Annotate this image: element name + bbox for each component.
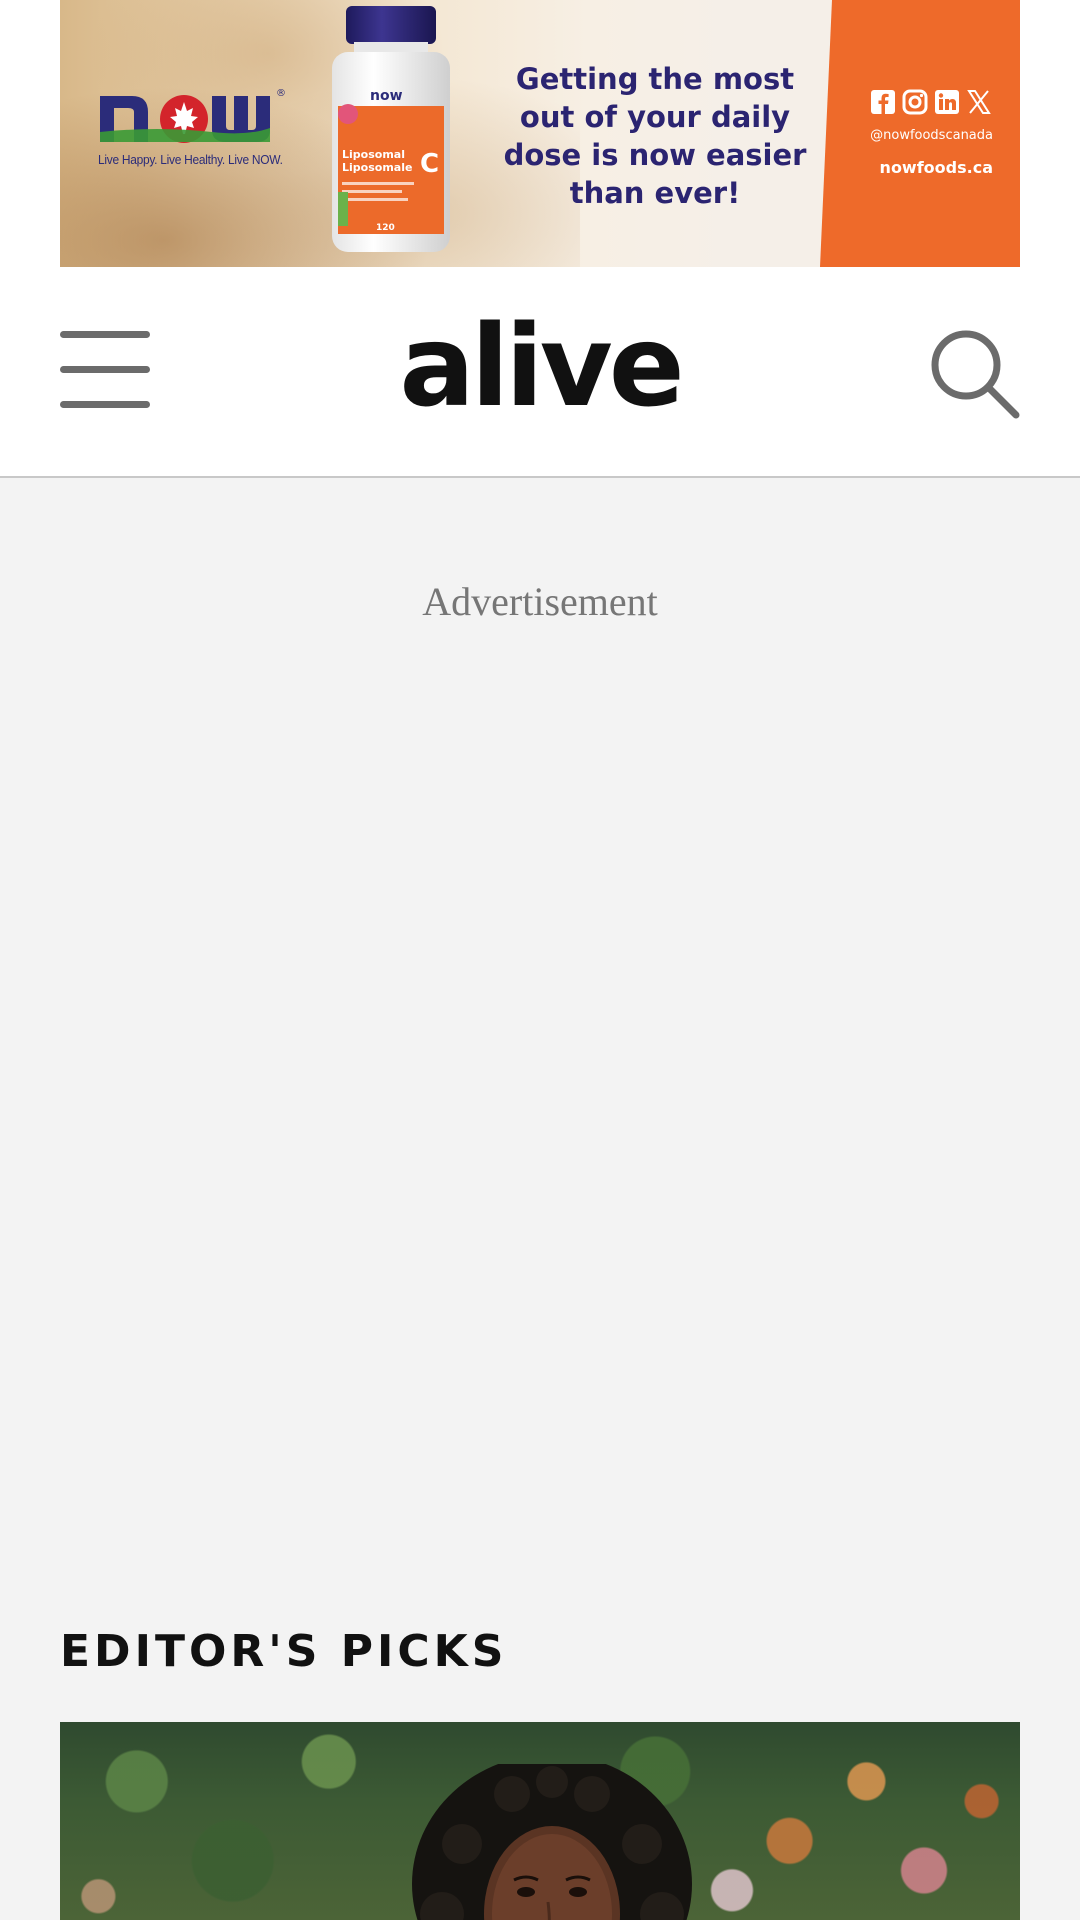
svg-text:®: ® — [276, 88, 286, 99]
ad-headline-line: Getting the most — [515, 62, 795, 96]
ad-headline-line: out of your daily — [519, 100, 791, 134]
ad-website-link[interactable]: nowfoods.ca — [880, 158, 993, 177]
facebook-icon — [869, 88, 896, 115]
advertisement-label: Advertisement — [422, 579, 658, 624]
now-brand-logo: ® — [100, 88, 286, 143]
editors-picks-heading: EDITOR'S PICKS — [60, 1626, 508, 1677]
ad-social-icons — [869, 88, 992, 115]
search-icon[interactable] — [928, 327, 1022, 421]
ad-headline-line: dose is now easier — [503, 138, 807, 172]
woman-portrait — [412, 1764, 692, 1920]
svg-text:C: C — [420, 149, 439, 179]
top-ad-container: ® Live Happy. Live Healthy. Live NOW. no… — [0, 0, 1080, 267]
ad-brand-tagline: Live Happy. Live Healthy. Live NOW. — [98, 152, 283, 167]
site-logo[interactable]: alive — [0, 307, 1080, 427]
ad-headline: Getting the most out of your daily dose … — [490, 60, 820, 212]
instagram-icon — [901, 88, 928, 115]
linkedin-icon — [933, 88, 960, 115]
svg-text:Liposomale: Liposomale — [342, 161, 412, 174]
product-bottle-image: now Liposomal Liposomale C 120 — [332, 6, 450, 252]
x-icon — [965, 88, 992, 115]
svg-text:now: now — [370, 88, 403, 104]
top-ad-banner[interactable]: ® Live Happy. Live Healthy. Live NOW. no… — [60, 0, 1020, 267]
editors-pick-article-image[interactable] — [60, 1722, 1020, 1920]
svg-text:Liposomal: Liposomal — [342, 148, 405, 161]
ad-headline-line: than ever! — [569, 176, 741, 210]
site-header: alive — [0, 267, 1080, 478]
ad-social-handle: @nowfoodscanada — [870, 128, 993, 143]
svg-text:120: 120 — [376, 223, 395, 233]
